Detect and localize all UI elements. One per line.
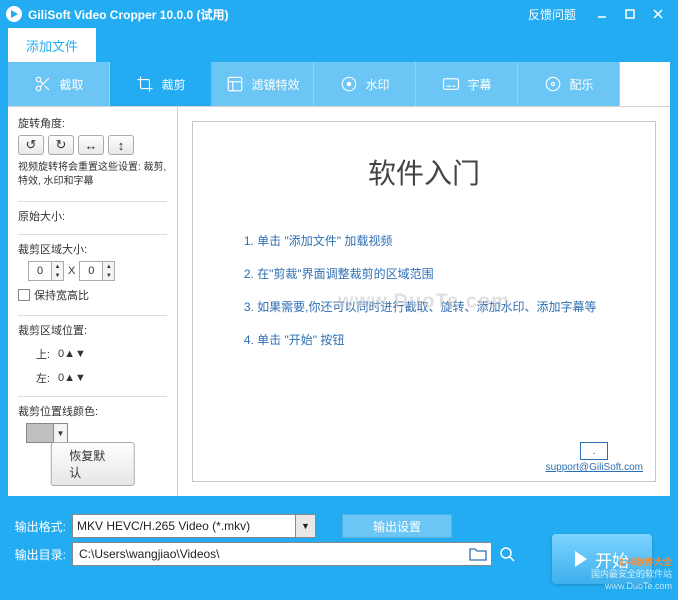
spin-down[interactable]: ▼ <box>103 271 114 280</box>
spin-up[interactable]: ▲ <box>64 372 75 384</box>
flip-h-button[interactable]: ↔ <box>78 135 104 155</box>
spin-up[interactable]: ▲ <box>52 262 63 271</box>
toolbar-spacer <box>620 62 670 106</box>
format-value: MKV HEVC/H.265 Video (*.mkv) <box>77 519 250 533</box>
step-1: 1. 单击 "添加文件" 加载视频 <box>244 232 604 249</box>
tool-crop[interactable]: 裁剪 <box>110 62 212 106</box>
rotation-note: 视频旋转将会重置这些设置: 裁剪, 特效, 水印和字幕 <box>18 161 167 189</box>
toolbar: 截取 裁剪 滤镜特效 水印 字幕 配乐 <box>8 62 670 106</box>
line-color-label: 裁剪位置线颜色: <box>18 403 167 419</box>
size-sep: X <box>68 265 75 277</box>
output-settings-button[interactable]: 输出设置 <box>342 514 452 538</box>
rotate-cw-button[interactable]: ↻ <box>48 135 74 155</box>
line-color-swatch[interactable]: ▼ <box>26 423 68 443</box>
mail-icon[interactable] <box>580 442 608 460</box>
tool-filter[interactable]: 滤镜特效 <box>212 62 314 106</box>
step-2: 2. 在"剪裁"界面调整裁剪的区域范围 <box>244 265 604 282</box>
side-panel: 旋转角度: ↺ ↻ ↔ ↕ 视频旋转将会重置这些设置: 裁剪, 特效, 水印和字… <box>8 107 178 496</box>
crop-left-input[interactable]: 0▲▼ <box>58 372 86 384</box>
crop-size-label: 裁剪区域大小: <box>18 241 167 257</box>
left-label: 左: <box>30 370 50 386</box>
preview-title: 软件入门 <box>368 152 480 192</box>
divider <box>18 396 167 397</box>
scissors-icon <box>33 74 53 94</box>
maximize-button[interactable] <box>616 4 644 24</box>
tool-subtitle[interactable]: 字幕 <box>416 62 518 106</box>
spin-down[interactable]: ▼ <box>75 372 86 384</box>
divider <box>18 234 167 235</box>
feedback-link[interactable]: 反馈问题 <box>528 6 576 23</box>
top-label: 上: <box>30 346 50 362</box>
tool-label: 配乐 <box>569 76 593 93</box>
app-icon <box>6 6 22 22</box>
search-icon[interactable] <box>498 545 516 563</box>
preview-area: 软件入门 1. 单击 "添加文件" 加载视频 2. 在"剪裁"界面调整裁剪的区域… <box>178 107 670 496</box>
start-button[interactable]: 开始 <box>552 534 652 584</box>
rotation-label: 旋转角度: <box>18 115 167 131</box>
orig-size-label: 原始大小: <box>18 208 167 224</box>
tool-music[interactable]: 配乐 <box>518 62 620 106</box>
flip-v-button[interactable]: ↕ <box>108 135 134 155</box>
minimize-button[interactable] <box>588 4 616 24</box>
divider <box>18 201 167 202</box>
titlebar: GiliSoft Video Cropper 10.0.0 (试用) 反馈问题 <box>0 0 678 28</box>
spin-down[interactable]: ▼ <box>52 271 63 280</box>
preview-steps: 1. 单击 "添加文件" 加载视频 2. 在"剪裁"界面调整裁剪的区域范围 3.… <box>244 216 604 364</box>
crop-pos-label: 裁剪区域位置: <box>18 322 167 338</box>
rotate-ccw-button[interactable]: ↺ <box>18 135 44 155</box>
step-3: 3. 如果需要,你还可以同时进行截取、旋转、添加水印、添加字幕等 <box>244 298 604 315</box>
spin-up[interactable]: ▲ <box>64 348 75 360</box>
footer: 输出格式: MKV HEVC/H.265 Video (*.mkv) ▼ 输出设… <box>0 504 678 600</box>
filter-icon <box>225 74 245 94</box>
spin-up[interactable]: ▲ <box>103 262 114 271</box>
add-file-tab[interactable]: 添加文件 <box>8 28 96 62</box>
tool-label: 截取 <box>59 76 83 93</box>
watermark-icon <box>339 74 359 94</box>
output-dir-input[interactable]: C:\Users\wangjiao\Videos\ <box>72 542 492 566</box>
spin-down[interactable]: ▼ <box>75 348 86 360</box>
chevron-down-icon: ▼ <box>295 515 315 537</box>
crop-width-input[interactable]: 0▲▼ <box>28 261 64 281</box>
aspect-label: 保持宽高比 <box>34 287 89 303</box>
dir-label: 输出目录: <box>10 546 66 563</box>
tool-watermark[interactable]: 水印 <box>314 62 416 106</box>
close-button[interactable] <box>644 4 672 24</box>
output-format-select[interactable]: MKV HEVC/H.265 Video (*.mkv) ▼ <box>72 514 316 538</box>
filetab-row: 添加文件 <box>8 28 670 62</box>
crop-height-input[interactable]: 0▲▼ <box>79 261 115 281</box>
dir-value: C:\Users\wangjiao\Videos\ <box>79 547 220 561</box>
crop-icon <box>135 74 155 94</box>
format-label: 输出格式: <box>10 518 66 535</box>
folder-icon[interactable] <box>469 546 487 562</box>
music-icon <box>543 74 563 94</box>
divider <box>18 315 167 316</box>
tool-label: 水印 <box>365 76 389 93</box>
tool-label: 字幕 <box>467 76 491 93</box>
tool-cut[interactable]: 截取 <box>8 62 110 106</box>
play-icon <box>575 551 587 567</box>
restore-defaults-button[interactable]: 恢复默认 <box>50 442 135 486</box>
crop-top-input[interactable]: 0▲▼ <box>58 348 86 360</box>
tool-label: 滤镜特效 <box>251 76 299 93</box>
subtitle-icon <box>441 74 461 94</box>
start-label: 开始 <box>595 547 629 572</box>
step-4: 4. 单击 "开始" 按钮 <box>244 331 604 348</box>
app-title: GiliSoft Video Cropper 10.0.0 (试用) <box>28 6 528 23</box>
aspect-checkbox[interactable] <box>18 289 30 301</box>
support-link[interactable]: support@GiliSoft.com <box>546 462 643 473</box>
tool-label: 裁剪 <box>161 76 185 93</box>
